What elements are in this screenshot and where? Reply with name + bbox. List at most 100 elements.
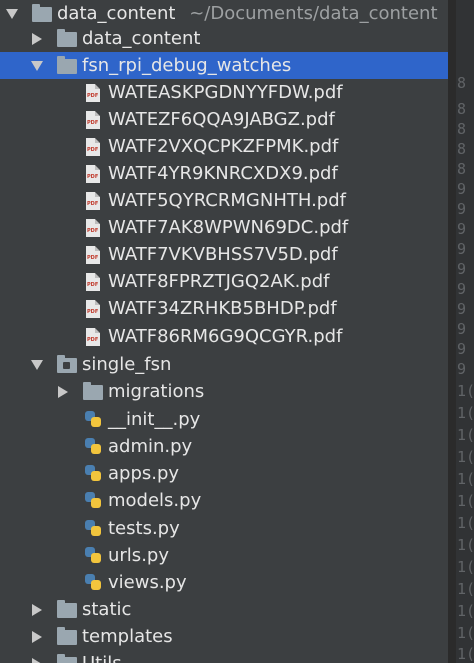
pdf-file-icon <box>86 328 100 346</box>
tree-item-label: single_fsn <box>82 354 172 375</box>
tree-item-templates[interactable]: templates <box>0 623 448 650</box>
line-number: 1( <box>457 448 474 466</box>
tree-item-utils[interactable]: Utils <box>0 650 448 663</box>
line-number: 9 <box>457 180 467 198</box>
collapse-arrow-icon[interactable] <box>31 360 43 370</box>
pdf-file-icon <box>86 138 100 156</box>
tree-item-label: WATF5QYRCRMGNHTH.pdf <box>108 190 346 211</box>
line-number: 1( <box>457 382 474 400</box>
tree-item-label: templates <box>82 626 173 647</box>
python-file-icon <box>84 573 102 591</box>
tree-item-label: admin.py <box>108 436 193 457</box>
tree-item-python[interactable]: admin.py <box>0 433 448 460</box>
tree-item-label: WATF2VXQCPKZFPMK.pdf <box>108 136 339 157</box>
pdf-file-icon <box>86 273 100 291</box>
tree-root-row[interactable]: data_content ~/Documents/data_content <box>0 0 448 27</box>
root-folder-name: data_content <box>57 3 176 24</box>
line-number: 1( <box>457 404 474 422</box>
python-file-icon <box>84 546 102 564</box>
tree-item-python[interactable]: tests.py <box>0 515 448 542</box>
folder-icon <box>57 627 77 645</box>
tree-item-label: data_content <box>82 28 201 49</box>
tree-item-pdf[interactable]: WATF7AK8WPWN69DC.pdf <box>0 214 448 241</box>
expand-arrow-icon[interactable] <box>32 33 42 45</box>
tree-item-pdf[interactable]: WATF4YR9KNRCXDX9.pdf <box>0 160 448 187</box>
tree-item-static[interactable]: static <box>0 596 448 623</box>
tree-item-label: WATF34ZRHKB5BHDP.pdf <box>108 298 337 319</box>
line-number: 9 <box>457 260 467 278</box>
tree-item-python[interactable]: __init__.py <box>0 406 448 433</box>
tree-item-single-fsn[interactable]: single_fsn <box>0 351 448 378</box>
line-number: 9 <box>457 240 467 258</box>
tree-item-python[interactable]: views.py <box>0 569 448 596</box>
tree-item-migrations[interactable]: migrations <box>0 378 448 405</box>
expand-arrow-icon[interactable] <box>32 658 42 663</box>
pdf-file-icon <box>86 84 100 102</box>
folder-icon <box>57 654 77 663</box>
tree-item-python[interactable]: models.py <box>0 487 448 514</box>
line-number: 8 <box>457 160 467 178</box>
tree-item-pdf[interactable]: WATF34ZRHKB5BHDP.pdf <box>0 295 448 322</box>
folder-icon <box>83 382 103 400</box>
line-number: 1( <box>457 558 474 576</box>
line-number: 1( <box>457 536 474 554</box>
python-file-icon <box>84 519 102 537</box>
tree-item-label: tests.py <box>108 518 180 539</box>
expand-arrow-icon[interactable] <box>32 631 42 643</box>
tree-item-pdf[interactable]: WATEASKPGDNYYFDW.pdf <box>0 79 448 106</box>
tree-item-label: models.py <box>108 490 202 511</box>
tree-item-label: WATEASKPGDNYYFDW.pdf <box>108 82 343 103</box>
tree-item-label: WATF7AK8WPWN69DC.pdf <box>108 217 349 238</box>
python-file-icon <box>84 491 102 509</box>
editor-line-gutter: 8 8 8 8 8 9 9 9 9 9 9 9 9 9 9 1( 1( 1( 1… <box>456 0 474 663</box>
tree-item-label: urls.py <box>108 545 169 566</box>
panel-divider[interactable] <box>448 0 456 663</box>
tree-item-pdf[interactable]: WATF2VXQCPKZFPMK.pdf <box>0 133 448 160</box>
tree-item-pdf[interactable]: WATF5QYRCRMGNHTH.pdf <box>0 187 448 214</box>
line-number: 8 <box>457 140 467 158</box>
tree-item-python[interactable]: urls.py <box>0 542 448 569</box>
tree-item-label: fsn_rpi_debug_watches <box>82 55 292 76</box>
line-number: 9 <box>457 200 467 218</box>
expand-arrow-icon[interactable] <box>58 386 68 398</box>
line-number: 9 <box>457 220 467 238</box>
folder-icon <box>57 600 77 618</box>
tree-item-fsn-rpi-debug-watches[interactable]: fsn_rpi_debug_watches <box>0 52 448 79</box>
tree-item-data-content[interactable]: data_content <box>0 25 448 52</box>
line-number: 1( <box>457 602 474 620</box>
tree-item-label: WATF7VKVBHSS7V5D.pdf <box>108 244 338 265</box>
pdf-file-icon <box>86 300 100 318</box>
module-folder-icon <box>57 355 77 373</box>
line-number: 1( <box>457 470 474 488</box>
folder-icon <box>57 56 77 74</box>
tree-item-pdf[interactable]: WATEZF6QQA9JABGZ.pdf <box>0 106 448 133</box>
tree-item-pdf[interactable]: WATF86RM6G9QCGYR.pdf <box>0 323 448 350</box>
tree-item-label: WATF8FPRZTJGQ2AK.pdf <box>108 271 330 292</box>
tree-item-python[interactable]: apps.py <box>0 460 448 487</box>
line-number: 9 <box>457 320 467 338</box>
tree-item-pdf[interactable]: WATF7VKVBHSS7V5D.pdf <box>0 241 448 268</box>
python-file-icon <box>84 464 102 482</box>
tree-item-pdf[interactable]: WATF8FPRZTJGQ2AK.pdf <box>0 268 448 295</box>
tree-item-label: WATF86RM6G9QCGYR.pdf <box>108 326 343 347</box>
python-file-icon <box>84 437 102 455</box>
pdf-file-icon <box>86 192 100 210</box>
line-number: 1( <box>457 580 474 598</box>
tree-item-label: apps.py <box>108 463 180 484</box>
line-number: 9 <box>457 340 467 358</box>
tree-item-label: views.py <box>108 572 187 593</box>
line-number: 1( <box>457 492 474 510</box>
tree-item-label: migrations <box>108 381 205 402</box>
line-number: 9 <box>457 280 467 298</box>
line-number: 8 <box>457 74 467 92</box>
collapse-arrow-icon[interactable] <box>31 61 43 71</box>
collapse-arrow-icon[interactable] <box>6 9 18 19</box>
project-tree: data_content ~/Documents/data_content da… <box>0 0 448 663</box>
expand-arrow-icon[interactable] <box>32 604 42 616</box>
line-number: 1( <box>457 624 474 642</box>
folder-icon <box>32 4 52 22</box>
line-number: 9 <box>457 300 467 318</box>
tree-item-label: __init__.py <box>108 409 201 430</box>
line-number: 1( <box>457 514 474 532</box>
pdf-file-icon <box>86 111 100 129</box>
